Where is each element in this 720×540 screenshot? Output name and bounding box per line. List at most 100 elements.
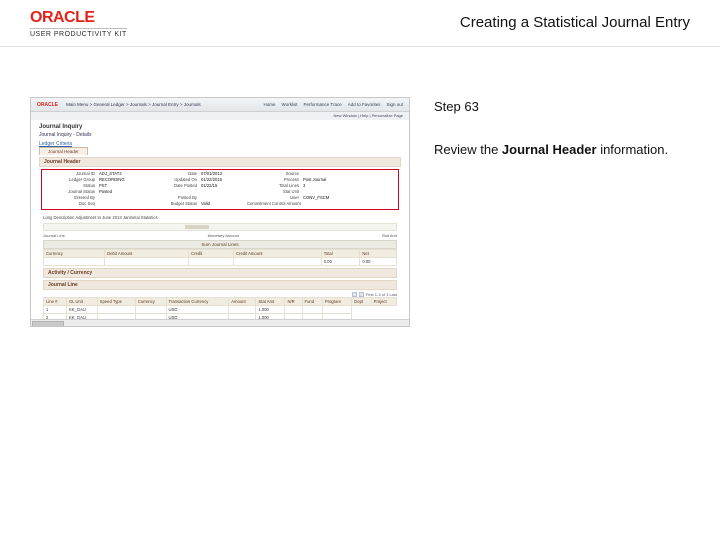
link-favorites[interactable]: Add to Favorites [348, 102, 381, 107]
field-value: RECORDING [99, 177, 144, 182]
sum-col-header: Net [360, 250, 397, 258]
app-window: ORACLE Main Menu > General Ledger > Jour… [30, 97, 410, 327]
field-label: Date [145, 171, 200, 176]
field-value: CONV_FSCM [303, 195, 348, 200]
sum-cell [189, 258, 234, 266]
top-links: Home Worklist Performance Trace Add to F… [264, 102, 403, 107]
field-label: Stat Unit [247, 189, 302, 194]
line-col-header: Speed Type [97, 298, 135, 306]
horizontal-scrollbar[interactable] [31, 319, 409, 326]
section-activity-currency: Activity / Currency [43, 268, 397, 278]
line-col-header: Project [371, 298, 396, 306]
upk-subtitle: USER PRODUCTIVITY KIT [30, 28, 127, 38]
field-label: Process [247, 177, 302, 182]
sum-journal-lines-title: Sum Journal Lines [43, 240, 397, 249]
breadcrumb: Main Menu > General Ledger > Journals > … [66, 102, 263, 107]
line-col-header: Fund [302, 298, 322, 306]
field-label: Posted By [145, 195, 200, 200]
field-label: Journal ID [43, 171, 98, 176]
chart-labels: Journal Line Monetary Amount Stat Amt [39, 233, 401, 238]
line-col-header: Line # [44, 298, 67, 306]
field-value [303, 189, 348, 194]
oracle-logo: ORACLE [30, 10, 127, 26]
field-label: Budget Status [145, 201, 200, 206]
line-col-header: Transaction Currency [166, 298, 229, 306]
field-value [201, 189, 246, 194]
line-cell: 1 [44, 306, 67, 314]
line-col-header: Program [322, 298, 351, 306]
instruction-pre: Review the [434, 142, 502, 157]
field-value: Post Journal [303, 177, 348, 182]
app-body: Journal Inquiry Journal Inquiry - Detail… [31, 120, 409, 327]
journal-header-grid: Journal IDADJ_STAT2Date07/01/2013SourceL… [39, 169, 401, 210]
logo-block: ORACLE USER PRODUCTIVITY KIT [30, 10, 127, 38]
mini-chart [43, 223, 397, 231]
field-label: Total Lines [247, 183, 302, 188]
field-label: Commitment Control Amount Type [247, 201, 302, 206]
link-home[interactable]: Home [264, 102, 276, 107]
sum-cell: 0.00 [321, 258, 360, 266]
field-label: User [247, 195, 302, 200]
line-col-header: N/R [285, 298, 302, 306]
download-icon[interactable] [359, 292, 364, 297]
app-logo: ORACLE [37, 102, 58, 108]
line-cell: KK_GAU [66, 306, 97, 314]
tab-bar: Journal Header [39, 147, 401, 155]
section-journal-header: Journal Header [39, 157, 401, 167]
app-screenshot: ORACLE Main Menu > General Ledger > Jour… [30, 97, 410, 327]
field-value: PST [99, 183, 144, 188]
line-col-header: Currency [135, 298, 166, 306]
sum-cell [105, 258, 189, 266]
line-cell [97, 306, 135, 314]
doc-header: ORACLE USER PRODUCTIVITY KIT Creating a … [0, 0, 720, 47]
sum-journal-lines-table: CurrencyDebit AmountCreditCredit AmountT… [43, 249, 397, 266]
field-value [99, 195, 144, 200]
field-label: Ledger Group [43, 177, 98, 182]
field-value [99, 201, 144, 206]
link-signout[interactable]: Sign out [386, 102, 403, 107]
long-desc-value: Adjustment to June 2013 Janitorial Stati… [75, 215, 157, 220]
tab-journal-header[interactable]: Journal Header [39, 147, 88, 155]
app-topbar: ORACLE Main Menu > General Ledger > Jour… [31, 98, 409, 112]
field-value: Posted [99, 189, 144, 194]
line-cell [285, 306, 302, 314]
field-label: Doc Seq [43, 201, 98, 206]
sum-cell: 0.00 [360, 258, 397, 266]
step-label: Step 63 [434, 97, 690, 118]
long-description: Long Description Adjustment to June 2013… [39, 214, 401, 221]
instruction-post: information. [597, 142, 669, 157]
field-label: Journal Status [43, 189, 98, 194]
page-subtitle: Journal Inquiry - Details [39, 132, 401, 138]
field-value: ADJ_STAT2 [99, 171, 144, 176]
line-cell [135, 306, 166, 314]
long-desc-label: Long Description [43, 215, 74, 220]
table-row: 1KK_GAU USD 1.000 [44, 306, 397, 314]
grid-icon[interactable] [352, 292, 357, 297]
line-col-header: Dept [352, 298, 371, 306]
section-journal-line: Journal Line [43, 280, 397, 290]
content-row: ORACLE Main Menu > General Ledger > Jour… [0, 47, 720, 347]
doc-title: Creating a Statistical Journal Entry [460, 10, 690, 31]
link-worklist[interactable]: Worklist [282, 102, 298, 107]
field-value: 01/22/2015 [201, 177, 246, 182]
field-label [145, 189, 200, 194]
line-cell [322, 306, 351, 314]
line-cell: USD [166, 306, 229, 314]
sum-col-header: Credit [189, 250, 234, 258]
instruction-bold: Journal Header [502, 142, 597, 157]
field-value: Valid [201, 201, 246, 206]
chart-label-2: Monetary Amount [208, 233, 239, 238]
instruction-text: Review the Journal Header information. [434, 140, 690, 161]
link-perftrace[interactable]: Performance Trace [303, 102, 341, 107]
field-label: Entered By [43, 195, 98, 200]
line-cell [302, 306, 322, 314]
sum-col-header: Credit Amount [234, 250, 322, 258]
line-cell: 1.000 [256, 306, 285, 314]
app-userline: New Window | Help | Personalize Page [31, 112, 409, 120]
paging-text: First 1-3 of 3 Last [366, 292, 397, 297]
field-value: 3 [303, 183, 348, 188]
sum-col-header: Debit Amount [105, 250, 189, 258]
line-col-header: GL Unit [66, 298, 97, 306]
page-title: Journal Inquiry [39, 124, 401, 130]
line-col-header: Stat Amt [256, 298, 285, 306]
